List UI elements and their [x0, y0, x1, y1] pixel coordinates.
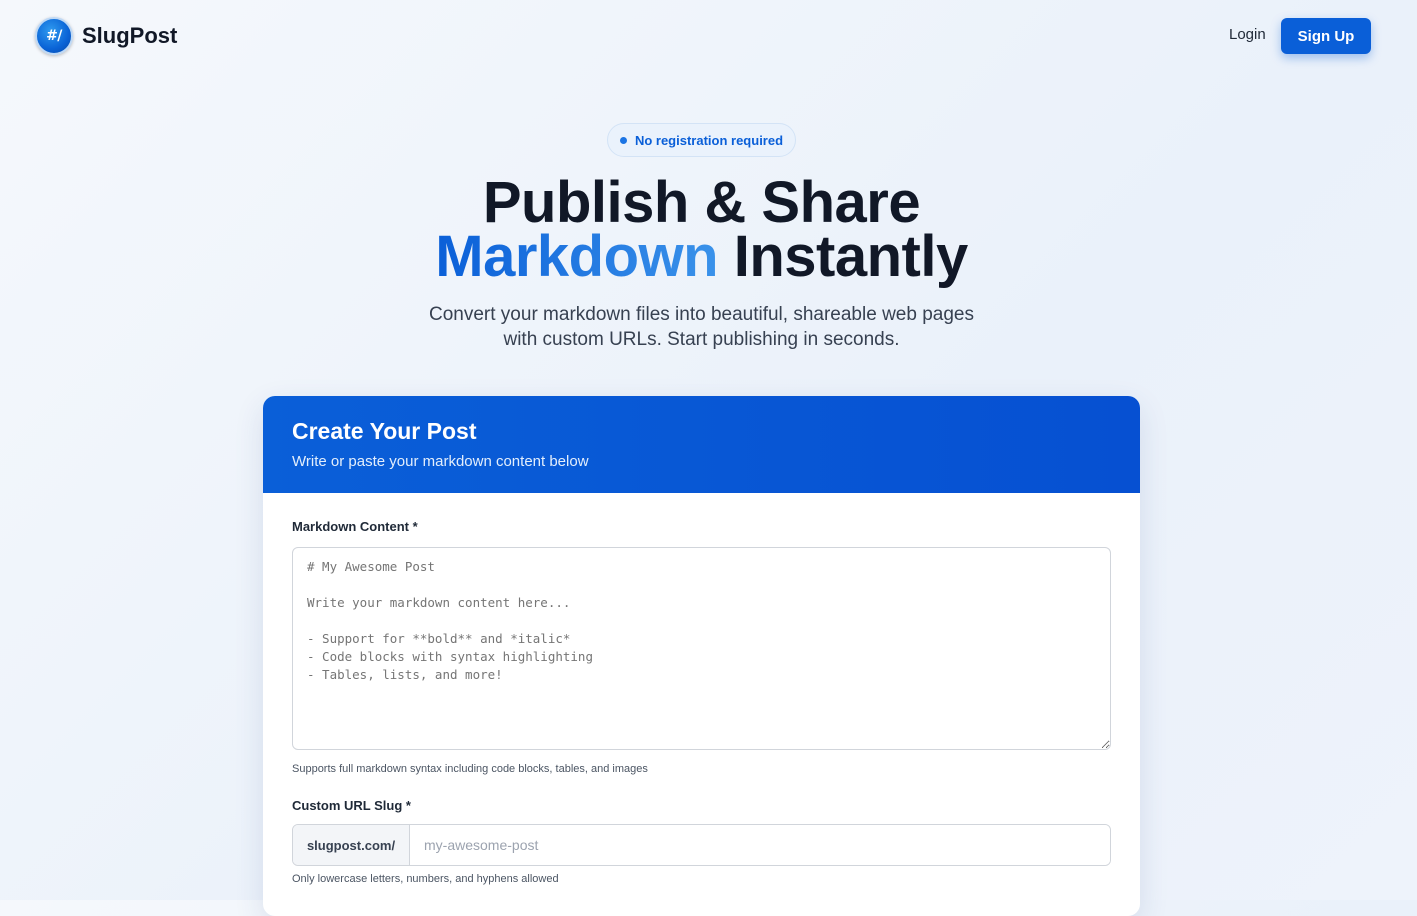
- top-navbar: #/ SlugPost Login Sign Up: [0, 0, 1417, 72]
- brand[interactable]: #/ SlugPost: [35, 17, 177, 55]
- card-title: Create Your Post: [292, 418, 477, 444]
- hero-subtitle-line1: Convert your markdown files into beautif…: [429, 304, 974, 325]
- card-header: Create Your Post Write or paste your mar…: [263, 396, 1140, 493]
- custom-slug-label: Custom URL Slug *: [292, 798, 411, 813]
- hero-title-rest: Instantly: [733, 224, 969, 289]
- slug-input[interactable]: [410, 825, 1110, 865]
- slugpost-logo-icon: #/: [35, 17, 73, 55]
- markdown-content-textarea[interactable]: [292, 547, 1111, 750]
- sign-up-button[interactable]: Sign Up: [1281, 18, 1371, 54]
- hero-subtitle: Convert your markdown files into beautif…: [0, 302, 1403, 352]
- slug-prefix: slugpost.com/: [293, 825, 410, 865]
- badge-text: No registration required: [634, 132, 784, 148]
- status-dot-icon: [619, 136, 627, 144]
- hero-subtitle-line2: with custom URLs. Start publishing in se…: [503, 329, 900, 350]
- slug-input-group: slugpost.com/: [292, 824, 1111, 866]
- hero-title: Publish & Share Markdown Instantly: [0, 174, 1403, 286]
- markdown-content-label: Markdown Content *: [292, 519, 418, 534]
- markdown-content-help: Supports full markdown syntax including …: [292, 763, 648, 775]
- hero-title-accent: Markdown: [435, 224, 719, 289]
- no-registration-badge: No registration required: [607, 123, 796, 157]
- login-link[interactable]: Login: [1229, 26, 1266, 43]
- create-post-card: Create Your Post Write or paste your mar…: [263, 396, 1140, 916]
- slug-help: Only lowercase letters, numbers, and hyp…: [292, 873, 559, 885]
- card-subtitle: Write or paste your markdown content bel…: [292, 453, 589, 470]
- brand-name: SlugPost: [82, 23, 178, 48]
